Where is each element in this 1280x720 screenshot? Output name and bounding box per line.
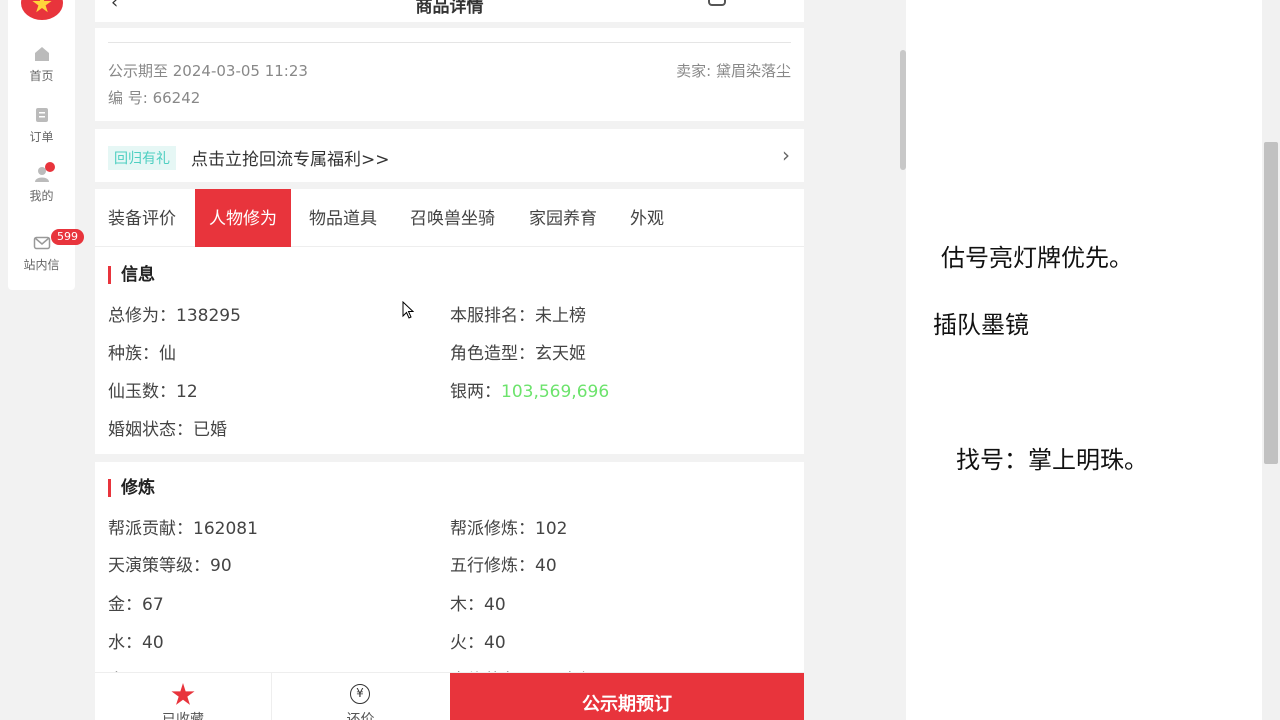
seller-name[interactable]: 卖家: 黛眉染落尘 (676, 60, 791, 81)
left-sidebar: 首页 订单 我的 站内信 599 (8, 0, 84, 290)
promo-tag: 回归有礼 (108, 146, 176, 170)
tab-home[interactable]: 家园养育 (529, 189, 597, 247)
gang-cultivation: 帮派修炼：102 (450, 519, 568, 539)
app-logo-icon[interactable] (21, 0, 63, 20)
listing-info-card: 公示期至 2024-03-05 11:23 卖家: 黛眉染落尘 编 号: 662… (95, 28, 804, 121)
marriage-status: 婚姻状态：已婚 (108, 420, 227, 440)
bargain-label: 还价 (346, 712, 375, 720)
note-line-2: 插队墨镜 (933, 311, 1029, 339)
section-title-info: 信息 (108, 266, 155, 284)
mail-icon (33, 236, 50, 250)
silver-value: 103,569,696 (501, 382, 610, 402)
note-line-1: 估号亮灯牌优先。 (941, 244, 1133, 272)
favorite-button[interactable]: 已收藏 (95, 673, 272, 720)
sidebar-item-label: 站内信 (23, 258, 60, 272)
total-cultivation: 总修为：138295 (108, 306, 241, 326)
chevron-right-icon[interactable]: › (782, 143, 790, 167)
mouse-cursor-icon (402, 301, 414, 319)
tab-summons-mounts[interactable]: 召唤兽坐骑 (410, 189, 495, 247)
sidebar-item-home[interactable]: 首页 (8, 45, 75, 84)
note-line-3: 找号：掌上明珠。 (956, 446, 1148, 474)
tab-bar: 装备评价 人物修为 物品道具 召唤兽坐骑 家园养育 外观 (95, 189, 804, 247)
page-scrollbar-thumb[interactable] (1264, 142, 1278, 464)
element-metal: 金：67 (108, 595, 164, 615)
five-elements-cultivation: 五行修炼：40 (450, 556, 557, 576)
sidebar-item-me[interactable]: 我的 (8, 165, 75, 204)
sidebar-item-label: 订单 (29, 130, 54, 144)
tab-equipment-rating[interactable]: 装备评价 (108, 189, 176, 247)
favorite-label: 已收藏 (162, 712, 204, 720)
message-count-badge: 599 (51, 229, 84, 245)
tab-appearance[interactable]: 外观 (630, 189, 664, 247)
notification-dot (45, 162, 55, 172)
element-water: 水：40 (108, 633, 164, 653)
yen-icon: ¥ (350, 684, 370, 704)
public-period-text: 公示期至 2024-03-05 11:23 (108, 62, 308, 80)
tab-items[interactable]: 物品道具 (309, 189, 377, 247)
attributes-card: 装备评价 人物修为 物品道具 召唤兽坐骑 家园养育 外观 信息 总修为：1382… (95, 189, 804, 454)
share-icon[interactable] (708, 0, 726, 6)
bottom-action-bar: 已收藏 ¥ 还价 公示期预订 (95, 672, 804, 720)
jade-count: 仙玉数：12 (108, 382, 198, 402)
item-number: 编 号: 66242 (108, 89, 201, 107)
order-icon (35, 108, 48, 122)
reserve-button[interactable]: 公示期预订 (450, 673, 804, 720)
character-model: 角色造型：玄天姬 (450, 344, 586, 364)
silver-label: 银两： (450, 382, 501, 402)
element-wood: 木：40 (450, 595, 506, 615)
star-icon (171, 683, 195, 705)
product-detail-panel: ‹ 商品详情 公示期至 2024-03-05 11:23 卖家: 黛眉染落尘 编… (95, 0, 804, 720)
server-rank: 本服排名：未上榜 (450, 306, 586, 326)
gang-contribution: 帮派贡献：162081 (108, 519, 258, 539)
sidebar-item-orders[interactable]: 订单 (8, 106, 75, 145)
race: 种族：仙 (108, 344, 176, 364)
section-title-cultivation: 修炼 (108, 479, 155, 497)
promo-banner[interactable]: 回归有礼 点击立抢回流专属福利>> › (95, 129, 804, 182)
notes-panel: 估号亮灯牌优先。 插队墨镜 找号：掌上明珠。 (906, 0, 1262, 720)
sidebar-item-label: 首页 (29, 69, 54, 83)
silver: 银两：103,569,696 (450, 377, 609, 402)
element-fire: 火：40 (450, 633, 506, 653)
divider (108, 42, 791, 43)
tab-character-cultivation[interactable]: 人物修为 (195, 189, 291, 247)
home-icon (34, 47, 49, 61)
promo-text[interactable]: 点击立抢回流专属福利>> (191, 145, 390, 170)
top-bar: ‹ 商品详情 (95, 0, 804, 22)
sidebar-item-label: 我的 (29, 189, 54, 203)
tianyan-level: 天演策等级：90 (108, 556, 232, 576)
page-title: 商品详情 (415, 0, 484, 17)
bargain-button[interactable]: ¥ 还价 (272, 673, 449, 720)
